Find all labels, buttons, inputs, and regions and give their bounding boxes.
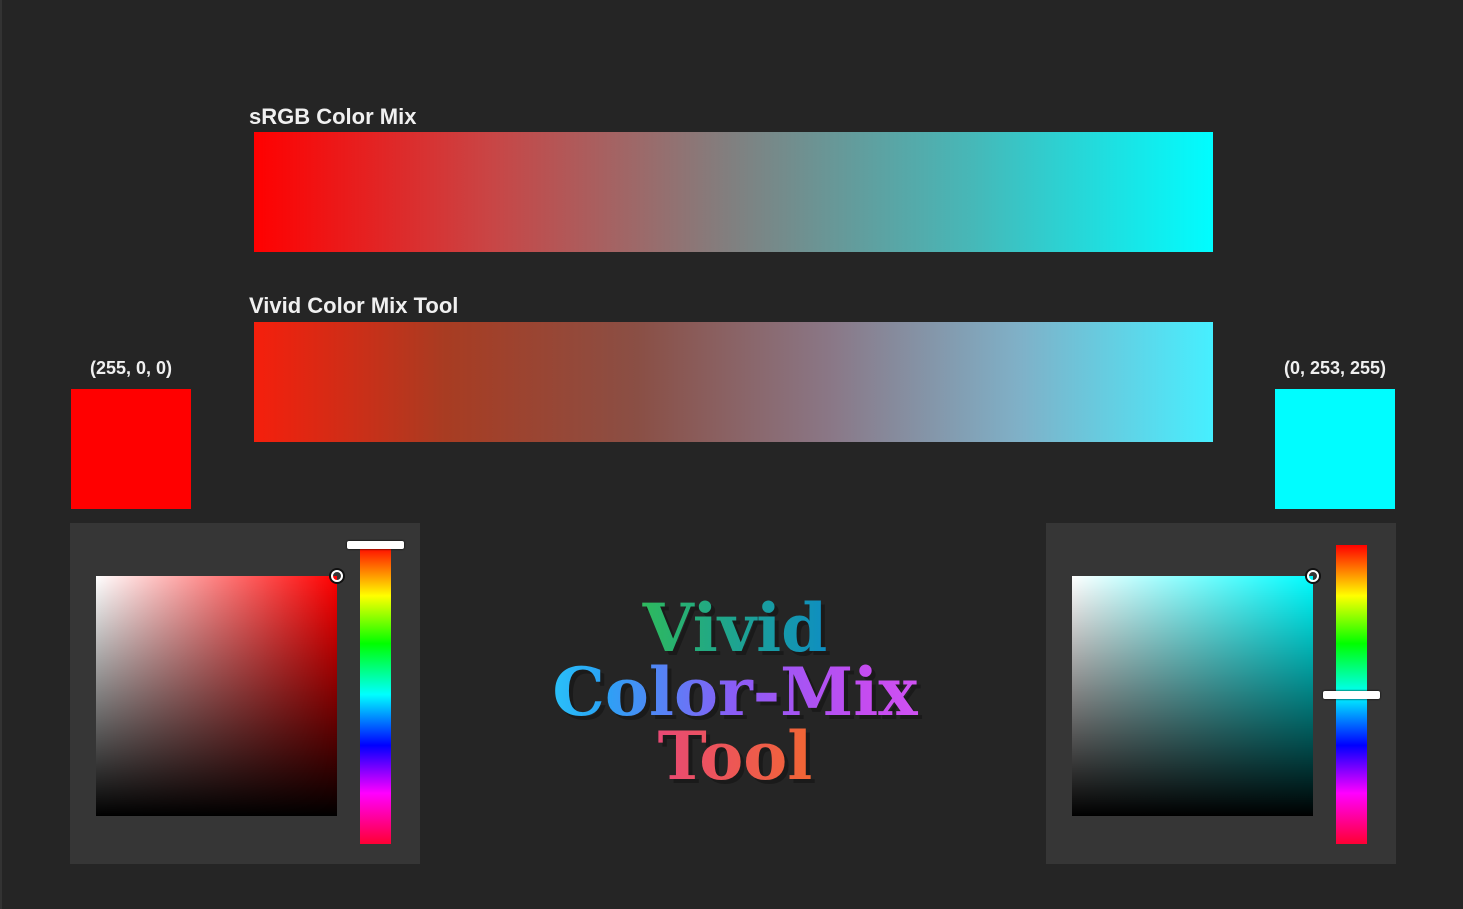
right-color-picker [1046, 523, 1396, 864]
app-logo: Vivid Color-Mix Tool [470, 595, 1000, 789]
left-color-picker [70, 523, 420, 864]
right-saturation-value-square[interactable] [1072, 570, 1319, 816]
left-color-swatch [71, 389, 191, 509]
right-hue-slider[interactable] [1323, 545, 1380, 844]
logo-line-tool: Tool [470, 723, 1000, 789]
right-rgb-readout: (0, 253, 255) [1283, 358, 1387, 378]
left-saturation-value-square[interactable] [96, 570, 343, 816]
srgb-mix-gradient-bar [254, 132, 1213, 252]
right-sv-handle[interactable] [1307, 570, 1319, 582]
left-rgb-readout: (255, 0, 0) [89, 358, 173, 378]
sv-black-overlay [1072, 576, 1313, 816]
left-sv-handle[interactable] [331, 570, 343, 582]
srgb-mix-title: sRGB Color Mix [249, 104, 417, 129]
left-hue-handle[interactable] [347, 541, 404, 549]
logo-line-color-mix: Color-Mix [470, 659, 1000, 725]
left-hue-slider[interactable] [347, 541, 404, 844]
right-color-swatch [1275, 389, 1395, 509]
vivid-mix-gradient-bar [254, 322, 1213, 442]
window-edge [0, 0, 2, 909]
vivid-mix-title: Vivid Color Mix Tool [249, 293, 459, 318]
logo-line-vivid: Vivid [470, 595, 1000, 661]
sv-black-overlay [96, 576, 337, 816]
right-hue-handle[interactable] [1323, 690, 1380, 699]
